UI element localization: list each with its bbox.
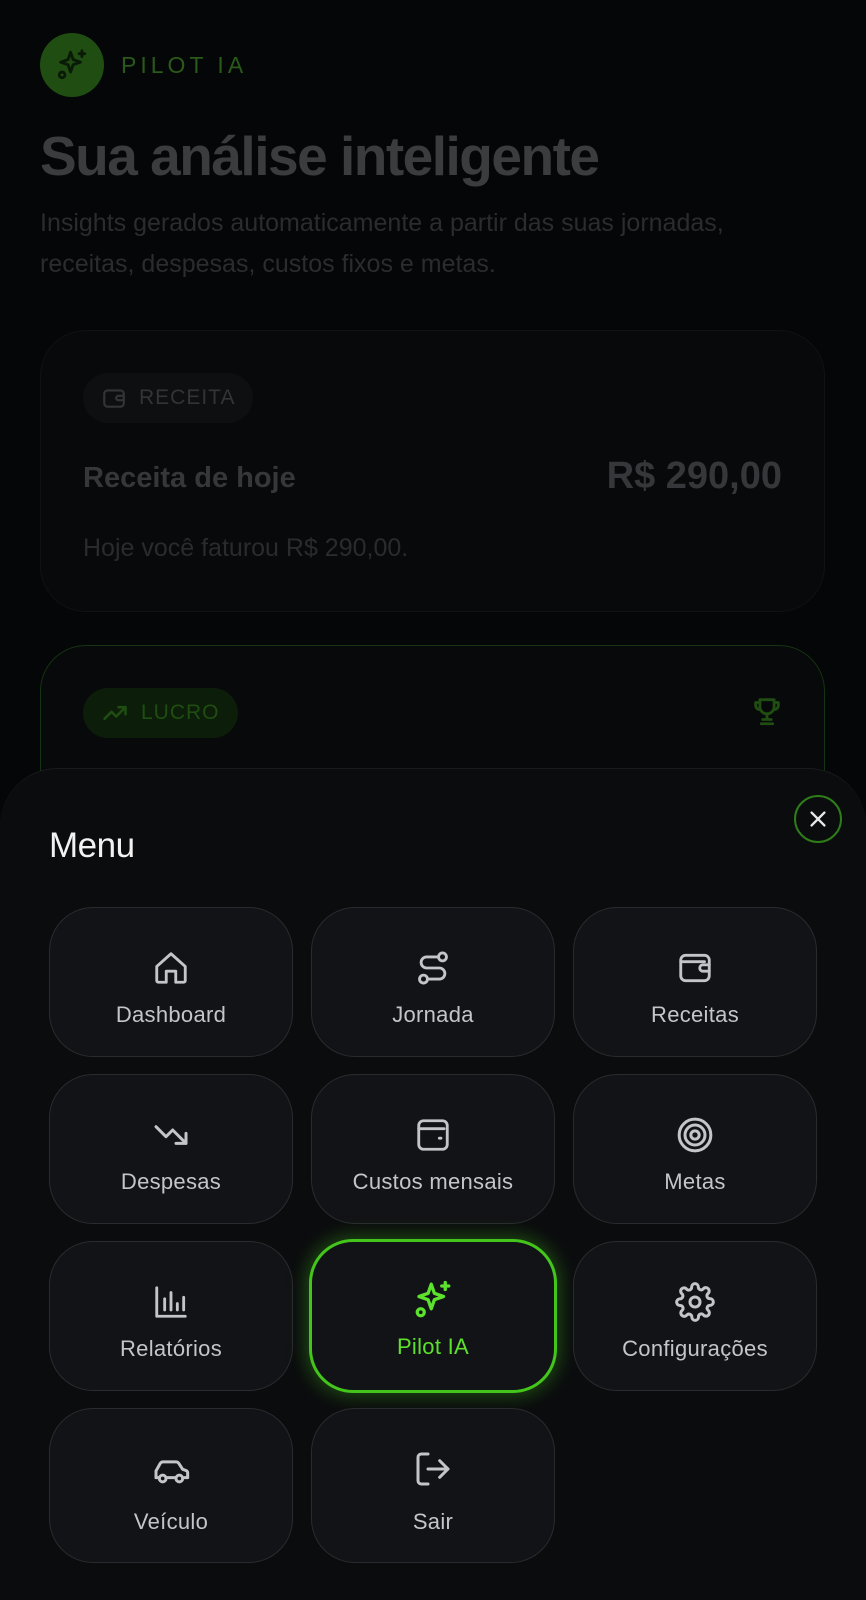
- menu-item-label: Receitas: [651, 1002, 739, 1027]
- menu-item-pilot-ia[interactable]: Pilot IA: [309, 1239, 557, 1393]
- menu-item-label: Despesas: [120, 1169, 222, 1194]
- category-chip: LUCRO: [83, 688, 238, 738]
- card-label: Receita de hoje: [83, 462, 296, 494]
- brand: PILOT IA: [40, 33, 247, 97]
- close-icon: [810, 811, 826, 827]
- sparkles-icon: [57, 49, 87, 80]
- card-value: R$ 290,00: [606, 455, 782, 497]
- menu-item-label: Configurações: [622, 1336, 768, 1361]
- menu-item-sair[interactable]: Sair: [311, 1408, 555, 1563]
- page-subtitle: Insights gerados automaticamente a parti…: [40, 209, 724, 278]
- menu-item-dashboard[interactable]: Dashboard: [49, 907, 293, 1057]
- chip-label: LUCRO: [141, 701, 220, 724]
- menu-item-configuracoes[interactable]: Configurações: [573, 1241, 817, 1391]
- car-icon: [154, 1460, 190, 1484]
- card-description: Hoje você faturou R$ 290,00.: [83, 534, 409, 562]
- menu-item-label: Veículo: [133, 1509, 209, 1534]
- sparkles-icon: [415, 1280, 451, 1318]
- wallet-card-icon: [417, 1119, 449, 1151]
- home-icon: [155, 952, 187, 984]
- menu-item-custos-mensais[interactable]: Custos mensais: [311, 1074, 555, 1224]
- menu-item-label: Sair: [412, 1509, 454, 1534]
- menu-item-receitas[interactable]: Receitas: [573, 907, 817, 1057]
- menu-item-label: Jornada: [392, 1002, 474, 1027]
- page: PILOT IA Sua análise inteligente Insight…: [0, 0, 866, 1600]
- target-icon: [677, 1117, 713, 1153]
- menu-item-label: Metas: [664, 1169, 726, 1194]
- menu-item-despesas[interactable]: Despesas: [49, 1074, 293, 1224]
- settings-icon: [675, 1282, 715, 1322]
- bar-chart-icon: [155, 1286, 187, 1318]
- page-title: Sua análise inteligente: [40, 125, 600, 187]
- category-chip: RECEITA: [83, 373, 254, 423]
- menu-item-relatorios[interactable]: Relatórios: [49, 1241, 293, 1391]
- menu-title: Menu: [49, 826, 135, 865]
- brand-logo: [40, 33, 104, 97]
- trending-up-icon: [103, 705, 127, 721]
- menu-item-label: Pilot IA: [396, 1334, 470, 1359]
- insight-card-revenue: RECEITA Receita de hoje R$ 290,00 Hoje v…: [40, 330, 825, 612]
- chip-label: RECEITA: [139, 386, 236, 409]
- trending-down-icon: [154, 1125, 188, 1145]
- menu-item-veiculo[interactable]: Veículo: [49, 1408, 293, 1563]
- route-icon: [418, 951, 448, 985]
- brand-name: PILOT IA: [121, 51, 248, 78]
- logout-icon: [416, 1452, 450, 1486]
- menu-item-jornada[interactable]: Jornada: [311, 907, 555, 1057]
- trophy-icon: [754, 698, 780, 726]
- menu-item-label: Dashboard: [115, 1002, 227, 1027]
- menu-item-label: Relatórios: [119, 1336, 223, 1361]
- close-button[interactable]: [794, 795, 842, 843]
- wallet-icon: [679, 953, 711, 983]
- menu-item-label: Custos mensais: [352, 1169, 514, 1194]
- menu-item-metas[interactable]: Metas: [573, 1074, 817, 1224]
- wallet-icon: [103, 389, 125, 408]
